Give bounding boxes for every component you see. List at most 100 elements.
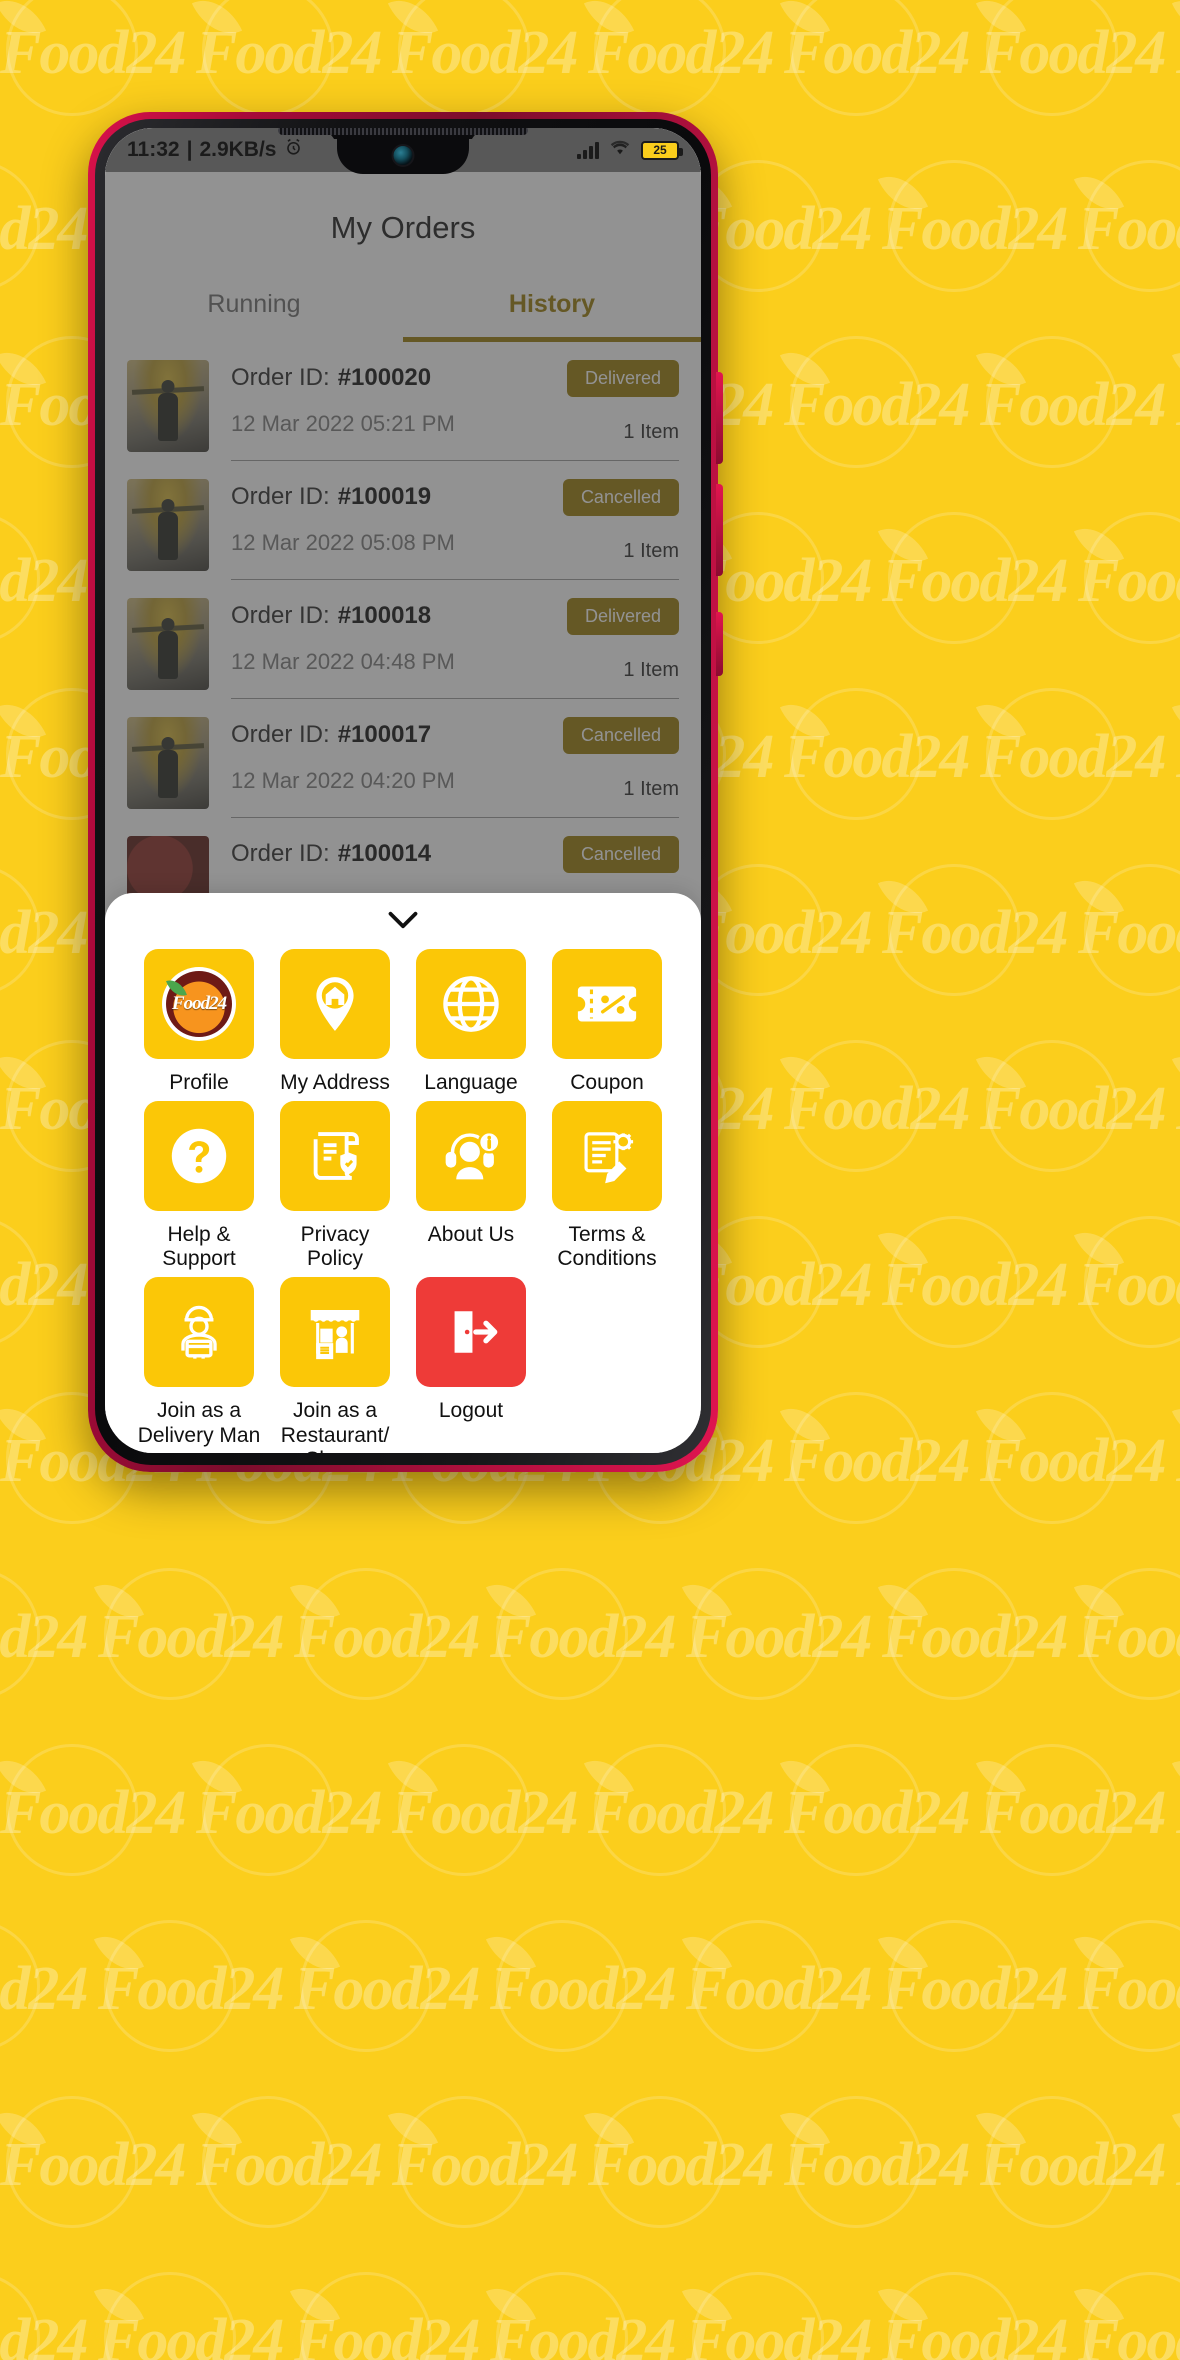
menu-item-terms-conditions[interactable]: Terms & Conditions bbox=[539, 1101, 675, 1271]
menu-label: Logout bbox=[438, 1399, 504, 1423]
logout-tile[interactable] bbox=[416, 1277, 526, 1388]
terms-conditions-tile[interactable] bbox=[552, 1101, 662, 1212]
wallpaper-wordmark: Food24 bbox=[882, 195, 1068, 263]
wallpaper-wordmark: Food24 bbox=[294, 2307, 480, 2360]
wallpaper-wordmark: Food24 bbox=[294, 1955, 480, 2023]
menu-item-profile[interactable]: Food24 Profile bbox=[131, 949, 267, 1095]
wallpaper-wordmark: Food24 bbox=[392, 19, 578, 87]
wallpaper-wordmark: Food24 bbox=[1176, 1426, 1180, 1497]
privacy-policy-tile[interactable] bbox=[280, 1101, 390, 1212]
coupon-percent-icon bbox=[574, 978, 640, 1030]
wallpaper-wordmark: Food24 bbox=[980, 19, 1166, 87]
wallpaper-wordmark: Food24 bbox=[882, 1603, 1068, 1671]
wallpaper-wordmark: Food24 bbox=[784, 723, 970, 791]
wallpaper-wordmark: Food24 bbox=[980, 723, 1166, 791]
wallpaper-wordmark: Food24 bbox=[1078, 899, 1180, 967]
wallpaper-wordmark: Food24 bbox=[294, 1603, 480, 1671]
profile-tile[interactable]: Food24 bbox=[144, 949, 254, 1059]
coupon-tile[interactable] bbox=[552, 949, 662, 1059]
wallpaper-wordmark: Food24 bbox=[490, 1603, 676, 1671]
wallpaper-wordmark: Food24 bbox=[1078, 2307, 1180, 2360]
wallpaper-wordmark: Food24 bbox=[98, 2307, 284, 2360]
help-support-tile[interactable] bbox=[144, 1101, 254, 1212]
wallpaper-wordmark: Food24 bbox=[0, 195, 88, 263]
wallpaper-wordmark: Food24 bbox=[0, 1251, 88, 1319]
wallpaper-wordmark: Food24 bbox=[1078, 1251, 1180, 1319]
wallpaper-wordmark: Food24 bbox=[392, 2131, 578, 2199]
wallpaper-wordmark: Food24 bbox=[980, 2131, 1166, 2199]
support-agent-icon bbox=[439, 1126, 503, 1186]
wallpaper-wordmark: Food24 bbox=[882, 1955, 1068, 2023]
signal-bars-icon bbox=[577, 141, 599, 159]
wallpaper-wordmark: Food24 bbox=[1176, 2130, 1180, 2201]
wallpaper-wordmark: Food24 bbox=[196, 2131, 382, 2199]
my-address-tile[interactable] bbox=[280, 949, 390, 1059]
account-menu-grid: Food24 Profile My Address Language Coupo… bbox=[105, 939, 701, 1453]
wallpaper-wordmark: Food24 bbox=[1176, 722, 1180, 793]
menu-item-my-address[interactable]: My Address bbox=[267, 949, 403, 1095]
phone-screen: 11:32 | 2.9KB/s 25 Food24 Profile My Add… bbox=[105, 128, 701, 1453]
wallpaper-wordmark: Food24 bbox=[686, 2307, 872, 2360]
status-netspeed: 2.9KB/s bbox=[199, 138, 277, 161]
status-separator: | bbox=[186, 138, 193, 161]
wallpaper-wordmark: Food24 bbox=[1176, 1074, 1180, 1145]
wallpaper-wordmark: Food24 bbox=[980, 1427, 1166, 1495]
status-bar-left: 11:32 | 2.9KB/s bbox=[127, 138, 303, 163]
about-us-tile[interactable] bbox=[416, 1101, 526, 1212]
front-camera-icon bbox=[391, 144, 415, 167]
join-delivery-man-tile[interactable] bbox=[144, 1277, 254, 1388]
menu-item-coupon[interactable]: Coupon bbox=[539, 949, 675, 1095]
wallpaper-wordmark: Food24 bbox=[784, 1779, 970, 1847]
battery-icon: 25 bbox=[641, 140, 683, 160]
delivery-man-icon bbox=[168, 1301, 230, 1363]
wallpaper-wordmark: Food24 bbox=[1176, 1778, 1180, 1849]
alarm-icon bbox=[284, 138, 303, 163]
wallpaper-wordmark: Food24 bbox=[784, 2131, 970, 2199]
wallpaper-wordmark: Food24 bbox=[784, 371, 970, 439]
wallpaper-wordmark: Food24 bbox=[882, 899, 1068, 967]
wallpaper-wordmark: Food24 bbox=[0, 1779, 186, 1847]
wallpaper-wordmark: Food24 bbox=[1078, 195, 1180, 263]
menu-label: About Us bbox=[427, 1223, 515, 1247]
menu-item-logout[interactable]: Logout bbox=[403, 1277, 539, 1453]
volume-down-button[interactable] bbox=[716, 484, 723, 576]
phone-device-frame: 11:32 | 2.9KB/s 25 Food24 Profile My Add… bbox=[88, 112, 723, 1472]
logout-icon bbox=[442, 1303, 500, 1361]
menu-item-help-support[interactable]: Help & Support bbox=[131, 1101, 267, 1271]
menu-label: Join as a Restaurant/ Shops bbox=[280, 1399, 390, 1453]
globe-icon bbox=[439, 972, 503, 1036]
wallpaper-wordmark: Food24 bbox=[882, 1251, 1068, 1319]
food24-logo-icon: Food24 bbox=[162, 967, 236, 1041]
menu-item-join-restaurant-shops[interactable]: Join as a Restaurant/ Shops bbox=[267, 1277, 403, 1453]
wallpaper-wordmark: Food24 bbox=[1078, 1955, 1180, 2023]
wallpaper-wordmark: Food24 bbox=[784, 19, 970, 87]
menu-item-join-delivery-man[interactable]: Join as a Delivery Man bbox=[131, 1277, 267, 1453]
menu-label: Help & Support bbox=[162, 1223, 236, 1271]
home-pin-icon bbox=[304, 973, 366, 1035]
wallpaper-wordmark: Food24 bbox=[0, 899, 88, 967]
wallpaper-wordmark: Food24 bbox=[588, 1779, 774, 1847]
wallpaper-wordmark: Food24 bbox=[0, 1603, 88, 1671]
menu-item-about-us[interactable]: About Us bbox=[403, 1101, 539, 1271]
wallpaper-wordmark: Food24 bbox=[882, 547, 1068, 615]
menu-label: Language bbox=[424, 1071, 518, 1094]
wallpaper-wordmark: Food24 bbox=[98, 1603, 284, 1671]
battery-level: 25 bbox=[653, 143, 667, 157]
wallpaper-wordmark: Food24 bbox=[0, 2307, 88, 2360]
wallpaper-wordmark: Food24 bbox=[98, 1955, 284, 2023]
power-button[interactable] bbox=[716, 612, 723, 676]
policy-scroll-icon bbox=[304, 1125, 366, 1187]
terms-document-icon bbox=[575, 1125, 639, 1187]
menu-item-language[interactable]: Language bbox=[403, 949, 539, 1095]
phone-bezel: 11:32 | 2.9KB/s 25 Food24 Profile My Add… bbox=[95, 119, 711, 1465]
menu-item-privacy-policy[interactable]: Privacy Policy bbox=[267, 1101, 403, 1271]
wallpaper-wordmark: Food24 bbox=[980, 371, 1166, 439]
join-restaurant-shops-tile[interactable] bbox=[280, 1277, 390, 1388]
question-mark-icon bbox=[167, 1124, 231, 1188]
menu-label: Privacy Policy bbox=[300, 1223, 370, 1271]
volume-up-button[interactable] bbox=[716, 372, 723, 464]
status-bar-right: 25 bbox=[577, 138, 683, 162]
language-tile[interactable] bbox=[416, 949, 526, 1059]
chevron-down-icon[interactable] bbox=[105, 893, 701, 939]
menu-label: Join as a Delivery Man bbox=[137, 1399, 261, 1447]
